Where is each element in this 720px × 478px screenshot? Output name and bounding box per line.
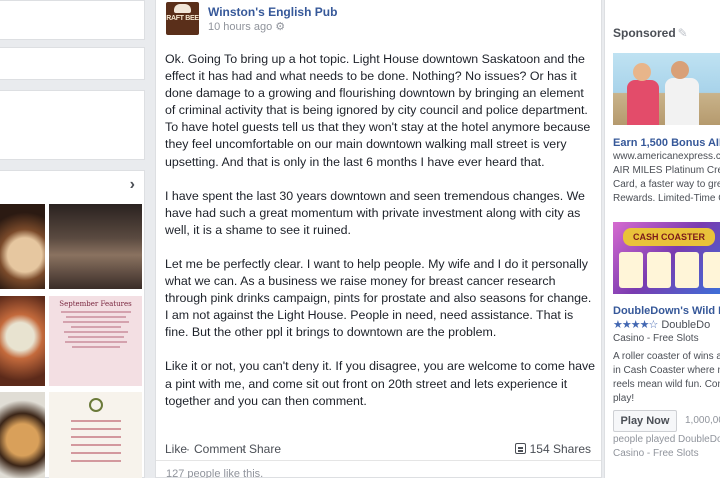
play-now-button[interactable]: Play Now (613, 410, 677, 432)
ad-image-banner: CASH COASTER (623, 228, 715, 246)
post-paragraph: Like it or not, you can't deny it. If yo… (165, 359, 596, 408)
chef-hat-icon (174, 4, 191, 13)
left-column: › September Features (0, 0, 145, 478)
left-panel-box (0, 90, 145, 160)
gear-icon[interactable]: ⚙ (275, 21, 285, 33)
comment-button[interactable]: Comment (194, 442, 246, 456)
menu-title: September Features (59, 300, 132, 308)
ad-headline[interactable]: Earn 1,500 Bonus AIR M (613, 137, 720, 149)
shares-count-link[interactable]: 154 Shares (514, 442, 591, 456)
ad-headline[interactable]: DoubleDown's Wild Rid (613, 305, 720, 317)
ad-rating: ★★★★☆ DoubleDo (613, 318, 710, 331)
post-timestamp[interactable]: 10 hours ago (208, 21, 272, 33)
share-button[interactable]: Share (249, 442, 281, 456)
separator: · (186, 442, 190, 456)
post-paragraph: I have spent the last 30 years downtown … (165, 188, 585, 237)
avatar-text: RAFT BEE (166, 15, 199, 22)
likes-summary[interactable]: 127 people like this. (166, 468, 263, 478)
post-paragraph: Ok. Going To bring up a hot topic. Light… (165, 52, 591, 169)
sponsored-title: Sponsored (613, 26, 676, 40)
ad-body-line: Rewards. Limited-Time O (613, 193, 720, 204)
ad-category: Casino - Free Slots (613, 333, 699, 344)
seal-icon (89, 398, 103, 412)
ad-image[interactable] (613, 53, 720, 125)
post-actions-bar: Like · Comment · Share 154 Shares (156, 437, 601, 461)
ad-body-line: play! (613, 393, 635, 404)
photo-thumbnail-menu[interactable] (49, 392, 142, 478)
ad-body-line: AIR MILES Platinum Cre (613, 165, 720, 176)
star-rating-icon: ★★★★☆ (613, 319, 658, 331)
post-card: RAFT BEE Winston's English Pub 10 hours … (155, 0, 602, 478)
ad-body-line: reels mean wild fun. Com (613, 379, 720, 390)
divider (156, 460, 601, 461)
share-icon (514, 443, 526, 454)
photo-thumbnail-menu[interactable]: September Features (49, 296, 142, 386)
photo-thumbnail[interactable] (49, 204, 142, 289)
ad-body: A roller coaster of wins av in Cash Coas… (613, 350, 720, 406)
ad-rating-name: DoubleDo (661, 319, 711, 331)
left-panel-box (0, 0, 145, 40)
shares-count: 154 Shares (529, 442, 591, 456)
ad-body-line: A roller coaster of wins av (613, 351, 720, 362)
ad-body: AIR MILES Platinum Cre Card, a faster wa… (613, 164, 720, 206)
photo-thumbnail[interactable] (0, 204, 45, 289)
chevron-right-icon[interactable]: › (130, 176, 135, 194)
page-name-link[interactable]: Winston's English Pub (208, 5, 337, 19)
ad-body-line: in Cash Coaster where mu (613, 365, 720, 376)
photos-panel: › September Features (0, 170, 145, 478)
edit-icon[interactable]: ✎ (678, 26, 688, 40)
photo-thumbnail[interactable] (0, 392, 45, 478)
post-body: Ok. Going To bring up a hot topic. Light… (165, 51, 597, 427)
ad-body-line: Card, a faster way to gre (613, 179, 720, 190)
sponsored-sidebar: Sponsored✎ Earn 1,500 Bonus AIR M www.am… (604, 0, 720, 478)
ad-played-text: people played DoubleDow (613, 434, 720, 445)
photo-thumbnail[interactable] (0, 296, 45, 386)
post-paragraph: Let me be perfectly clear. I want to hel… (165, 256, 592, 340)
ad-footer: Casino - Free Slots (613, 448, 699, 459)
sponsored-heading: Sponsored ✎ (613, 26, 688, 40)
left-panel-box (0, 47, 145, 80)
ad-image[interactable]: CASH COASTER (613, 222, 720, 294)
page-avatar[interactable]: RAFT BEE (166, 2, 199, 35)
post-meta: 10 hours ago ⚙ (208, 20, 285, 33)
like-button[interactable]: Like (165, 442, 187, 456)
ad-url[interactable]: www.americanexpress.co (613, 151, 720, 162)
ad-plays-count: 1,000,00 (685, 415, 720, 426)
separator: · (241, 442, 245, 456)
